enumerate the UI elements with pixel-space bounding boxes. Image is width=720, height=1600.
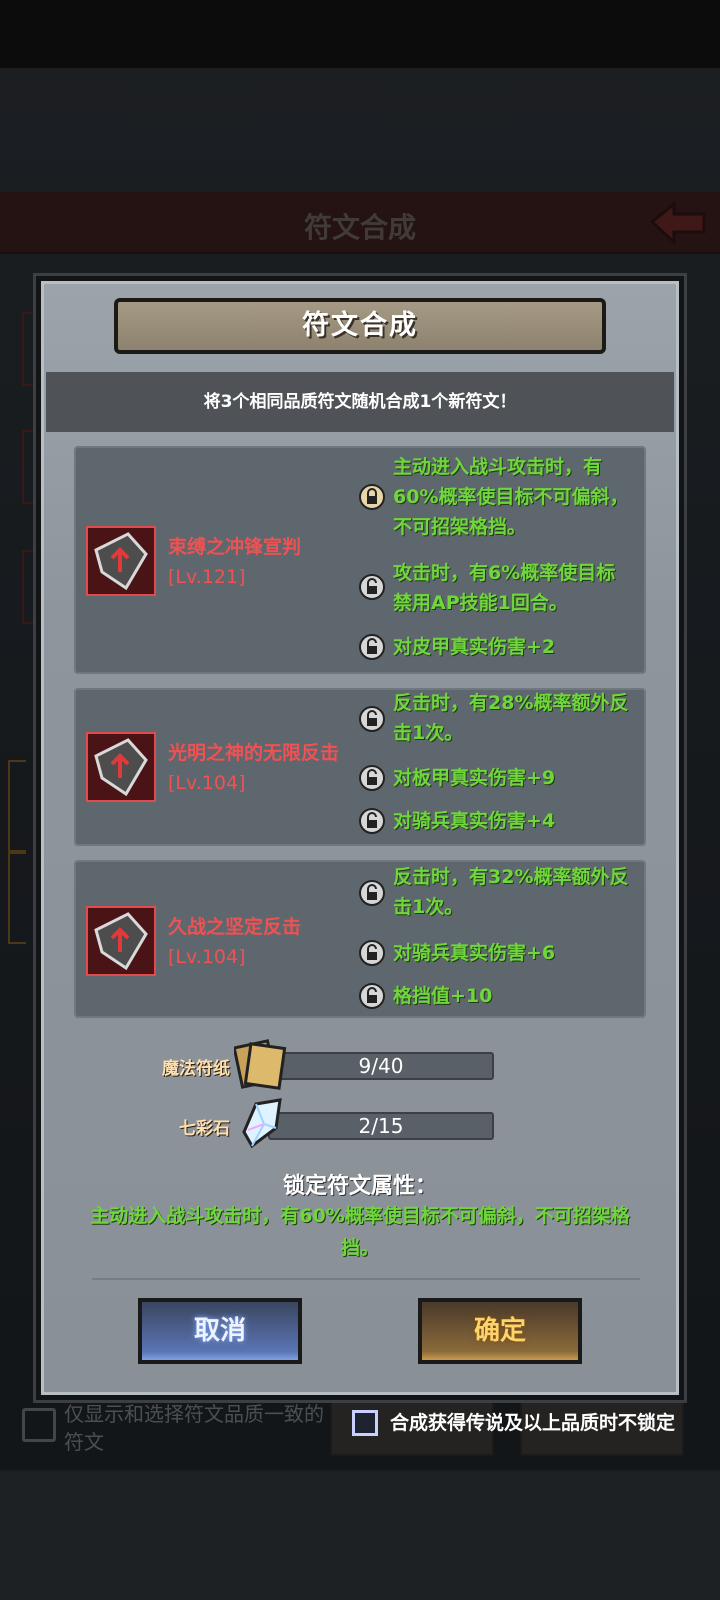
rune-name-text: 光明之神的无限反击 bbox=[168, 742, 340, 764]
attribute-text: 攻击时，有6%概率使目标禁用AP技能1回合。 bbox=[393, 562, 616, 614]
material-count: 2/15 bbox=[268, 1112, 494, 1140]
rune-name: 束缚之冲锋宣判 [Lv.121] bbox=[168, 532, 343, 592]
attribute-text: 格挡值+10 bbox=[393, 985, 493, 1007]
material-label: 魔法符纸 bbox=[162, 1059, 230, 1079]
attribute-text: 对板甲真实伤害+9 bbox=[393, 767, 556, 789]
locked-attribute-title: 锁定符文属性： bbox=[282, 1174, 437, 1199]
rune-name-text: 久战之坚定反击 bbox=[168, 916, 302, 938]
divider bbox=[92, 1278, 640, 1280]
modal-subtitle: 将3个相同品质符文随机合成1个新符文！ bbox=[46, 372, 674, 432]
magic-paper-icon bbox=[234, 1039, 287, 1090]
attribute-text: 对骑兵真实伤害+6 bbox=[393, 942, 556, 964]
attribute-text: 对皮甲真实伤害+2 bbox=[393, 636, 556, 658]
attribute-text: 主动进入战斗攻击时，有60%概率使目标不可偏斜，不可招架格挡。 bbox=[393, 456, 629, 538]
material-count: 9/40 bbox=[268, 1052, 494, 1080]
keep-unlock-checkbox[interactable] bbox=[352, 1410, 378, 1436]
lock-open-icon[interactable] bbox=[359, 808, 385, 834]
lock-open-icon[interactable] bbox=[359, 983, 385, 1009]
rune-name: 久战之坚定反击 [Lv.104] bbox=[168, 912, 343, 972]
shield-rune-icon bbox=[94, 532, 148, 591]
cancel-button[interactable]: 取消 bbox=[138, 1298, 302, 1364]
attribute-text: 对骑兵真实伤害+4 bbox=[393, 810, 556, 832]
lock-open-icon[interactable] bbox=[359, 634, 385, 660]
lock-open-icon[interactable] bbox=[359, 880, 385, 906]
status-bar bbox=[0, 0, 720, 68]
attribute-text: 反击时，有32%概率额外反击1次。 bbox=[393, 866, 629, 918]
rune-level: [Lv.104] bbox=[168, 772, 246, 794]
lock-open-icon[interactable] bbox=[359, 765, 385, 791]
keep-unlock-label: 合成获得传说及以上品质时不锁定 bbox=[390, 1412, 676, 1434]
rune-icon[interactable] bbox=[86, 906, 156, 976]
lock-open-icon[interactable] bbox=[359, 574, 385, 600]
bottom-area bbox=[0, 1472, 720, 1600]
rune-icon[interactable] bbox=[86, 732, 156, 802]
rune-level: [Lv.104] bbox=[168, 946, 246, 968]
modal-title: 符文合成 bbox=[114, 298, 606, 354]
rainbow-stone-icon bbox=[242, 1098, 282, 1149]
shield-rune-icon bbox=[94, 912, 148, 971]
material-label: 七彩石 bbox=[179, 1119, 230, 1139]
locked-attribute-desc: 主动进入战斗攻击时，有60%概率使目标不可偏斜，不可招架格挡。 bbox=[90, 1205, 630, 1259]
confirm-button[interactable]: 确定 bbox=[418, 1298, 582, 1364]
lock-closed-icon[interactable] bbox=[359, 484, 385, 510]
rune-name: 光明之神的无限反击 [Lv.104] bbox=[168, 738, 343, 798]
shield-rune-icon bbox=[94, 738, 148, 797]
rune-icon[interactable] bbox=[86, 526, 156, 596]
lock-open-icon[interactable] bbox=[359, 706, 385, 732]
rune-name-text: 束缚之冲锋宣判 bbox=[168, 536, 302, 558]
attribute-text: 反击时，有28%概率额外反击1次。 bbox=[393, 692, 629, 744]
rune-level: [Lv.121] bbox=[168, 566, 246, 588]
lock-open-icon[interactable] bbox=[359, 940, 385, 966]
